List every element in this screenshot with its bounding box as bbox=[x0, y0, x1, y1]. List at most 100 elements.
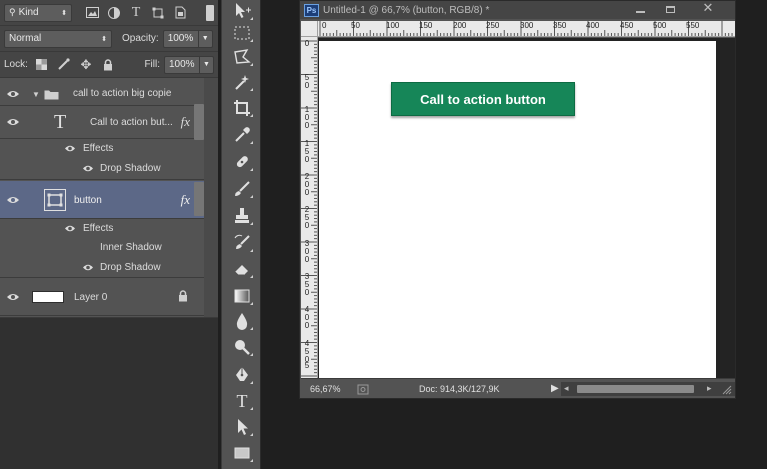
lock-all-icon[interactable] bbox=[100, 57, 116, 73]
search-icon: ⚲ bbox=[9, 7, 16, 17]
smart-object-filter-icon[interactable] bbox=[172, 5, 188, 21]
scroll-right-icon[interactable]: ▸ bbox=[707, 383, 712, 394]
adjustment-filter-icon[interactable] bbox=[106, 5, 122, 21]
maximize-button[interactable] bbox=[660, 3, 680, 15]
ruler-ticks bbox=[319, 21, 733, 36]
crop-tool-icon[interactable] bbox=[231, 97, 253, 119]
effects-row[interactable]: Effects bbox=[0, 139, 204, 159]
eraser-tool-icon[interactable] bbox=[231, 258, 253, 280]
gradient-tool-icon[interactable] bbox=[231, 285, 253, 307]
maximize-icon bbox=[665, 5, 675, 13]
visibility-eye-icon[interactable] bbox=[6, 292, 20, 302]
path-selection-tool-icon[interactable] bbox=[231, 416, 253, 438]
canvas-area[interactable]: Call to action button bbox=[318, 38, 735, 378]
lasso-tool-icon[interactable] bbox=[231, 46, 253, 68]
effects-label: Effects bbox=[83, 143, 114, 154]
lock-icon bbox=[179, 290, 187, 302]
lock-transparent-icon[interactable] bbox=[34, 57, 50, 73]
visibility-eye-icon[interactable] bbox=[6, 117, 20, 127]
shape-filter-icon[interactable] bbox=[150, 5, 166, 21]
layers-scroll-track[interactable] bbox=[204, 78, 218, 317]
doc-info[interactable]: Doc: 914,3K/127,9K bbox=[419, 384, 500, 394]
history-brush-tool-icon[interactable] bbox=[231, 232, 253, 254]
visibility-eye-icon[interactable] bbox=[82, 164, 96, 174]
opacity-value: 100% bbox=[167, 33, 194, 44]
layers-scrollbar-thumb[interactable] bbox=[194, 104, 204, 140]
healing-brush-tool-icon[interactable] bbox=[231, 151, 253, 173]
horizontal-scrollbar[interactable]: ◂ ▸ bbox=[561, 382, 735, 396]
effect-row-inner-shadow[interactable]: Inner Shadow bbox=[0, 239, 204, 258]
shape-layer-thumbnail-icon bbox=[44, 189, 66, 211]
lock-pixels-icon[interactable] bbox=[56, 57, 72, 73]
cta-label: Call to action button bbox=[420, 91, 546, 107]
eyedropper-tool-icon[interactable] bbox=[231, 124, 253, 146]
layer-row-button-selected[interactable]: button fx bbox=[0, 181, 204, 219]
expand-triangle-icon[interactable]: ▼ bbox=[32, 90, 40, 99]
fill-field[interactable]: 100% ▼ bbox=[164, 55, 214, 74]
horizontal-ruler[interactable] bbox=[318, 21, 735, 37]
fill-label: Fill: bbox=[144, 59, 160, 70]
document-titlebar[interactable]: Ps Untitled-1 @ 66,7% (button, RGB/8) * … bbox=[300, 1, 735, 19]
effect-name: Drop Shadow bbox=[100, 262, 161, 273]
chevron-down-icon[interactable]: ▼ bbox=[197, 30, 212, 47]
folder-icon bbox=[44, 90, 59, 100]
image-filter-icon[interactable] bbox=[84, 5, 100, 21]
layer-row-group[interactable]: ▼ call to action big copie bbox=[0, 82, 204, 106]
layer-thumbnail bbox=[32, 291, 64, 303]
ruler-origin[interactable] bbox=[301, 21, 318, 37]
magic-wand-tool-icon[interactable] bbox=[231, 71, 253, 93]
type-filter-icon[interactable]: T bbox=[128, 5, 144, 21]
filter-kind-dropdown[interactable]: ⚲ Kind ⬍ bbox=[4, 3, 72, 22]
visibility-eye-icon[interactable] bbox=[6, 89, 20, 99]
filter-toggle[interactable] bbox=[206, 4, 214, 21]
effect-name: Drop Shadow bbox=[100, 163, 161, 174]
marquee-tool-icon[interactable] bbox=[231, 22, 253, 44]
close-icon: ✕ bbox=[702, 0, 714, 15]
close-button[interactable]: ✕ bbox=[696, 1, 720, 15]
share-icon[interactable] bbox=[357, 384, 369, 395]
layer-row-layer0[interactable]: Layer 0 bbox=[0, 278, 204, 316]
effect-row-drop-shadow[interactable]: Drop Shadow bbox=[0, 159, 204, 180]
layer-name: button bbox=[74, 195, 102, 206]
scrollbar-thumb[interactable] bbox=[577, 385, 694, 393]
vertical-scroll-area[interactable] bbox=[717, 38, 735, 378]
minimize-icon bbox=[635, 11, 645, 13]
effects-row[interactable]: Effects bbox=[0, 219, 204, 239]
blur-tool-icon[interactable] bbox=[231, 310, 253, 332]
layer-filter-row: ⚲ Kind ⬍ T bbox=[0, 0, 218, 26]
document-canvas[interactable]: Call to action button bbox=[319, 41, 716, 378]
fx-icon[interactable]: fx bbox=[181, 114, 190, 130]
vertical-ruler[interactable] bbox=[301, 37, 318, 378]
visibility-eye-icon[interactable] bbox=[64, 224, 78, 234]
scroll-left-icon[interactable]: ◂ bbox=[564, 383, 569, 394]
blend-mode-dropdown[interactable]: Normal ⬍ bbox=[4, 29, 112, 48]
lock-position-icon[interactable]: ✥ bbox=[78, 57, 94, 73]
pen-tool-icon[interactable] bbox=[231, 364, 253, 386]
layers-scrollbar-thumb[interactable] bbox=[194, 182, 204, 216]
visibility-eye-icon[interactable] bbox=[82, 263, 96, 273]
type-tool-icon[interactable]: T bbox=[231, 390, 253, 412]
minimize-button[interactable] bbox=[630, 3, 650, 15]
blend-mode-value: Normal bbox=[9, 33, 42, 44]
dodge-tool-icon[interactable] bbox=[231, 336, 253, 358]
rectangle-tool-icon[interactable] bbox=[231, 442, 253, 464]
filter-kind-value: Kind bbox=[18, 7, 39, 18]
effect-row-drop-shadow[interactable]: Drop Shadow bbox=[0, 258, 204, 278]
chevron-down-icon[interactable]: ▼ bbox=[199, 56, 213, 73]
lock-label: Lock: bbox=[4, 59, 28, 70]
move-tool-icon[interactable] bbox=[231, 0, 253, 22]
resize-grip-icon[interactable] bbox=[722, 385, 732, 395]
call-to-action-button[interactable]: Call to action button bbox=[391, 82, 575, 116]
visibility-eye-icon[interactable] bbox=[6, 195, 20, 205]
brush-tool-icon[interactable] bbox=[231, 178, 253, 200]
opacity-field[interactable]: 100% ▼ bbox=[162, 29, 213, 48]
layer-row-text[interactable]: T Call to action but... fx bbox=[0, 106, 204, 139]
status-menu-arrow-icon[interactable]: ▶ bbox=[551, 383, 559, 394]
clone-stamp-tool-icon[interactable] bbox=[231, 205, 253, 227]
zoom-level[interactable]: 66,67% bbox=[310, 384, 341, 394]
chevron-updown-icon: ⬍ bbox=[61, 9, 67, 17]
fx-icon[interactable]: fx bbox=[181, 192, 190, 208]
effects-label: Effects bbox=[83, 223, 114, 234]
visibility-eye-icon[interactable] bbox=[64, 144, 78, 154]
photoshop-badge-icon: Ps bbox=[304, 3, 319, 17]
